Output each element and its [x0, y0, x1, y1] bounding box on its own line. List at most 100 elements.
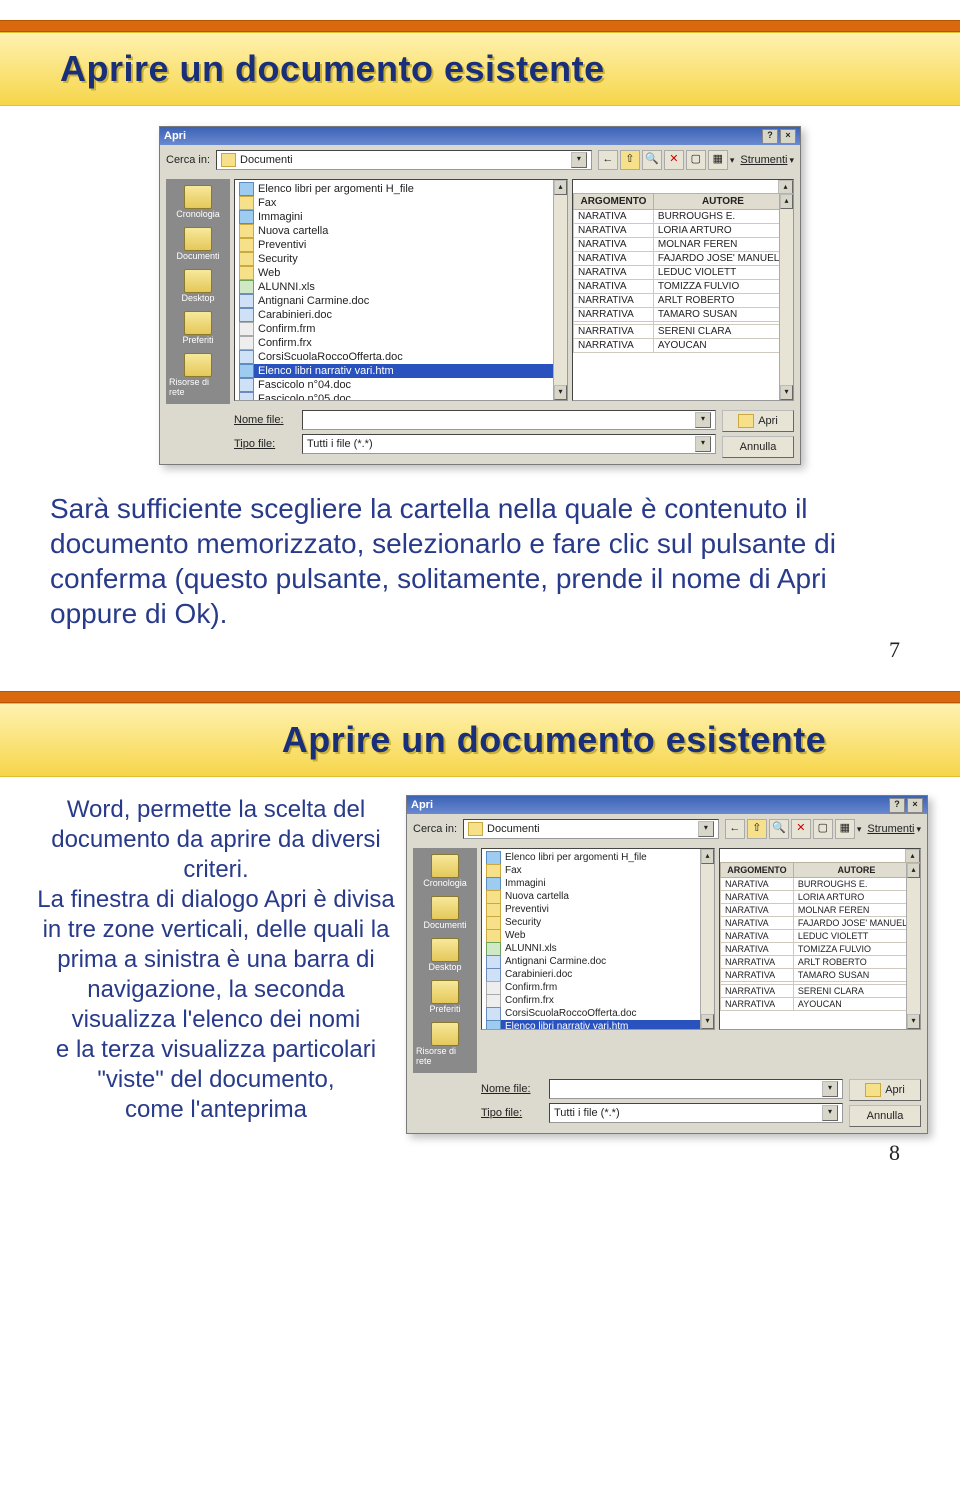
file-row[interactable]: Elenco libri per argomenti H_file [239, 182, 553, 196]
open-button[interactable]: Apri [722, 410, 794, 432]
filetype-combo[interactable]: Tutti i file (*.*) ▾ [302, 434, 716, 454]
slide-header: Aprire un documento esistente [0, 691, 960, 777]
file-row[interactable]: Web [239, 266, 553, 280]
open-button[interactable]: Apri [849, 1079, 921, 1101]
lookin-combo[interactable]: Documenti ▾ [216, 150, 592, 170]
cancel-button[interactable]: Annulla [849, 1105, 921, 1127]
delete-icon[interactable]: ✕ [664, 150, 684, 170]
tools-menu[interactable]: Strumenti [740, 154, 787, 166]
scroll-up-icon[interactable]: ▴ [907, 863, 920, 878]
scroll-down-icon[interactable]: ▾ [701, 1014, 714, 1029]
file-row[interactable]: Confirm.frm [486, 981, 700, 994]
filename-input[interactable]: ▾ [302, 410, 716, 430]
places-item[interactable]: Documenti [169, 225, 227, 264]
scrollbar[interactable]: ▴ ▾ [700, 849, 714, 1029]
tools-menu[interactable]: Strumenti [867, 823, 914, 835]
search-icon[interactable]: 🔍 [769, 819, 789, 839]
places-item[interactable]: Risorse di rete [169, 351, 227, 400]
places-item[interactable]: Desktop [169, 267, 227, 306]
file-row[interactable]: Confirm.frm [239, 322, 553, 336]
file-row[interactable]: Confirm.frx [486, 994, 700, 1007]
scroll-down-icon[interactable]: ▾ [780, 385, 793, 400]
file-row[interactable]: ALUNNI.xls [239, 280, 553, 294]
preview-header[interactable]: AUTORE [793, 863, 919, 878]
scroll-up-icon[interactable]: ▴ [701, 849, 714, 864]
preview-header[interactable]: ARGOMENTO [574, 194, 654, 210]
scroll-up-icon[interactable]: ▴ [780, 194, 793, 209]
views-icon[interactable]: ▦ [708, 150, 728, 170]
scrollbar[interactable]: ▴ ▾ [906, 863, 920, 1029]
dropdown-icon[interactable]: ▾ [698, 821, 714, 837]
dropdown-icon[interactable]: ▾ [730, 155, 735, 166]
dropdown-icon[interactable]: ▾ [571, 152, 587, 168]
dropdown-icon[interactable]: ▾ [789, 155, 794, 166]
places-item[interactable]: Preferiti [416, 978, 474, 1017]
help-button[interactable]: ? [762, 129, 778, 144]
file-row[interactable]: Fax [239, 196, 553, 210]
file-row[interactable]: Preventivi [239, 238, 553, 252]
file-row[interactable]: Nuova cartella [239, 224, 553, 238]
dropdown-icon[interactable]: ▾ [916, 824, 921, 835]
file-row[interactable]: Elenco libri narrativ vari.htm [239, 364, 553, 378]
close-button[interactable]: × [780, 129, 796, 144]
file-row[interactable]: Antignani Carmine.doc [239, 294, 553, 308]
places-item[interactable]: Preferiti [169, 309, 227, 348]
file-row[interactable]: CorsiScuolaRoccoOfferta.doc [239, 350, 553, 364]
file-list[interactable]: Elenco libri per argomenti H_file Fax Im… [481, 848, 715, 1030]
up-icon[interactable]: ⇧ [747, 819, 767, 839]
places-item[interactable]: Risorse di rete [416, 1020, 474, 1069]
preview-header[interactable]: AUTORE [653, 194, 792, 210]
file-row[interactable]: Fax [486, 864, 700, 877]
back-icon[interactable]: ← [598, 150, 618, 170]
filetype-combo[interactable]: Tutti i file (*.*) ▾ [549, 1103, 843, 1123]
file-row[interactable]: Antignani Carmine.doc [486, 955, 700, 968]
file-row[interactable]: Security [239, 252, 553, 266]
file-row[interactable]: Confirm.frx [239, 336, 553, 350]
places-item[interactable]: Documenti [416, 894, 474, 933]
file-row[interactable]: Carabinieri.doc [239, 308, 553, 322]
dropdown-icon[interactable]: ▾ [695, 436, 711, 452]
scrollbar[interactable]: ▴ ▾ [553, 180, 567, 400]
places-item[interactable]: Cronologia [416, 852, 474, 891]
file-name: Carabinieri.doc [505, 969, 572, 980]
file-row[interactable]: CorsiScuolaRoccoOfferta.doc [486, 1007, 700, 1020]
file-row[interactable]: Nuova cartella [486, 890, 700, 903]
file-row[interactable]: Immagini [486, 877, 700, 890]
help-button[interactable]: ? [889, 798, 905, 813]
places-item[interactable]: Desktop [416, 936, 474, 975]
newfolder-icon[interactable]: ▢ [813, 819, 833, 839]
preview-header[interactable]: ARGOMENTO [721, 863, 794, 878]
file-row[interactable]: Security [486, 916, 700, 929]
scrollbar[interactable]: ▴ ▾ [779, 194, 793, 400]
file-row[interactable]: Elenco libri per argomenti H_file [486, 851, 700, 864]
dropdown-icon[interactable]: ▾ [822, 1105, 838, 1121]
back-icon[interactable]: ← [725, 819, 745, 839]
scroll-up-icon[interactable]: ▴ [554, 180, 567, 195]
scroll-down-icon[interactable]: ▾ [554, 385, 567, 400]
search-icon[interactable]: 🔍 [642, 150, 662, 170]
places-item[interactable]: Cronologia [169, 183, 227, 222]
dropdown-icon[interactable]: ▾ [822, 1081, 838, 1097]
file-row[interactable]: Immagini [239, 210, 553, 224]
file-row[interactable]: Fascicolo n°04.doc [239, 378, 553, 392]
close-button[interactable]: × [907, 798, 923, 813]
up-icon[interactable]: ⇧ [620, 150, 640, 170]
file-row[interactable]: Fascicolo n°05.doc [239, 392, 553, 400]
filename-input[interactable]: ▾ [549, 1079, 843, 1099]
newfolder-icon[interactable]: ▢ [686, 150, 706, 170]
file-icon [486, 877, 501, 891]
file-row[interactable]: Preventivi [486, 903, 700, 916]
dropdown-icon[interactable]: ▾ [857, 824, 862, 835]
cancel-button[interactable]: Annulla [722, 436, 794, 458]
file-row[interactable]: Web [486, 929, 700, 942]
file-row[interactable]: Carabinieri.doc [486, 968, 700, 981]
dropdown-icon[interactable]: ▾ [695, 412, 711, 428]
file-row[interactable]: ALUNNI.xls [486, 942, 700, 955]
file-name: Security [258, 253, 298, 265]
delete-icon[interactable]: ✕ [791, 819, 811, 839]
views-icon[interactable]: ▦ [835, 819, 855, 839]
lookin-combo[interactable]: Documenti ▾ [463, 819, 719, 839]
file-row[interactable]: Elenco libri narrativ vari.htm [486, 1020, 700, 1029]
scroll-down-icon[interactable]: ▾ [907, 1014, 920, 1029]
file-list[interactable]: Elenco libri per argomenti H_file Fax Im… [234, 179, 568, 401]
